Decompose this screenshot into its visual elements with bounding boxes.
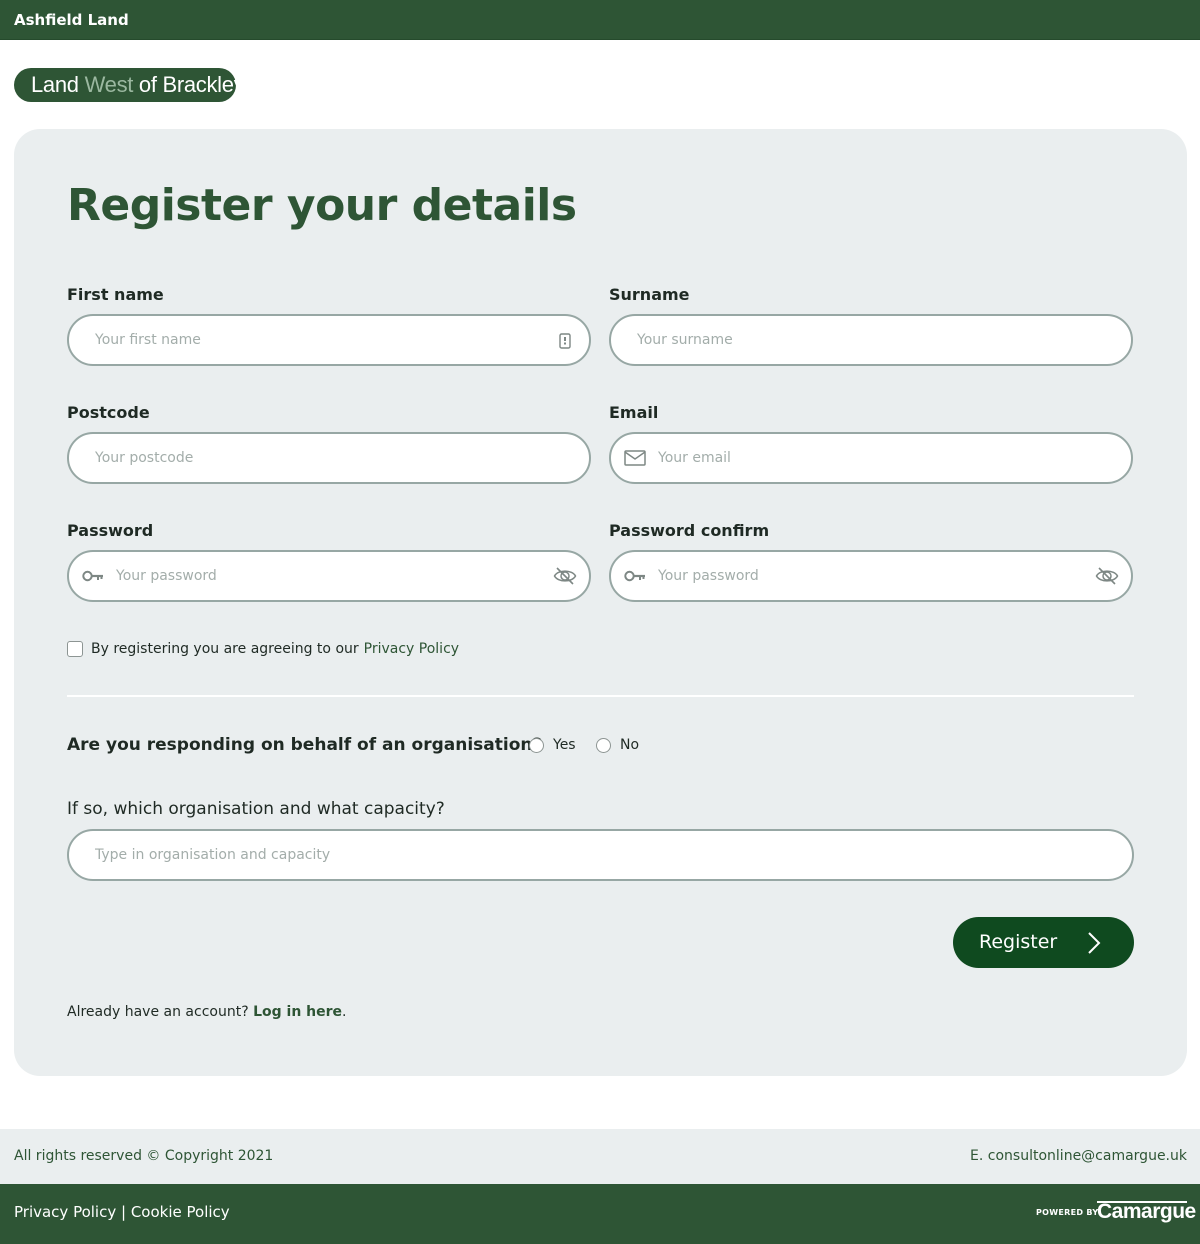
- footer-separator: |: [116, 1203, 131, 1221]
- site-brand: Ashfield Land: [14, 11, 129, 29]
- postcode-label: Postcode: [67, 403, 150, 422]
- privacy-text: By registering you are agreeing to our: [91, 641, 359, 657]
- footer-links-bar: Privacy Policy | Cookie Policy POWERED B…: [0, 1184, 1200, 1244]
- first-name-label: First name: [67, 285, 164, 304]
- radio-yes-label: Yes: [553, 737, 576, 753]
- logo-text-brackley: of Brackley: [133, 72, 245, 97]
- radio-option-no[interactable]: No: [596, 737, 639, 753]
- contact-card-icon[interactable]: [553, 332, 577, 352]
- register-button-label: Register: [979, 931, 1058, 953]
- postcode-input[interactable]: [95, 434, 535, 482]
- organisation-capacity-input[interactable]: [95, 831, 1095, 879]
- password-input[interactable]: [116, 552, 556, 600]
- login-prompt-text: Already have an account?: [67, 1004, 249, 1020]
- key-icon: [82, 570, 103, 582]
- email-input[interactable]: [658, 434, 1098, 482]
- privacy-checkbox[interactable]: [67, 641, 83, 657]
- password-label: Password: [67, 521, 154, 540]
- chevron-right-icon: [1088, 932, 1101, 954]
- password-confirm-field: [609, 550, 1133, 602]
- logo-text-west: West: [84, 72, 134, 97]
- login-link[interactable]: Log in here: [253, 1004, 342, 1020]
- powered-by-text: POWERED BY: [1036, 1208, 1099, 1217]
- password-confirm-input[interactable]: [658, 552, 1098, 600]
- footer-links: Privacy Policy | Cookie Policy: [14, 1203, 230, 1221]
- organisation-capacity-field: [67, 829, 1134, 881]
- eye-slash-icon[interactable]: [553, 566, 577, 586]
- first-name-field: [67, 314, 591, 366]
- footer-privacy-link[interactable]: Privacy Policy: [14, 1203, 116, 1221]
- radio-no[interactable]: [596, 737, 611, 753]
- project-logo[interactable]: Land West of Brackley: [14, 68, 245, 102]
- surname-label: Surname: [609, 285, 690, 304]
- camargue-logo[interactable]: Camargue: [1097, 1200, 1196, 1224]
- envelope-icon: [624, 450, 646, 466]
- surname-field: [609, 314, 1133, 366]
- key-icon: [624, 570, 645, 582]
- first-name-input[interactable]: [95, 316, 535, 364]
- privacy-policy-link[interactable]: Privacy Policy: [364, 641, 459, 657]
- page-title: Register your details: [67, 180, 577, 231]
- organisation-capacity-label: If so, which organisation and what capac…: [67, 799, 445, 819]
- privacy-agreement: By registering you are agreeing to our P…: [67, 640, 459, 658]
- register-button[interactable]: Register: [953, 917, 1134, 968]
- radio-yes[interactable]: [529, 737, 544, 753]
- login-suffix: .: [342, 1004, 347, 1020]
- footer-cookie-link[interactable]: Cookie Policy: [131, 1203, 230, 1221]
- password-confirm-label: Password confirm: [609, 521, 770, 540]
- postcode-field: [67, 432, 591, 484]
- login-prompt: Already have an account? Log in here.: [67, 1004, 346, 1020]
- email-label: Email: [609, 403, 659, 422]
- top-bar: Ashfield Land: [0, 0, 1200, 40]
- contact-email[interactable]: E. consultonline@camargue.uk: [970, 1148, 1187, 1164]
- radio-no-label: No: [620, 737, 640, 753]
- footer-info-bar: All rights reserved © Copyright 2021 E. …: [0, 1129, 1200, 1184]
- password-field: [67, 550, 591, 602]
- eye-slash-icon[interactable]: [1095, 566, 1119, 586]
- email-field: [609, 432, 1133, 484]
- form-divider: [67, 695, 1134, 697]
- organisation-question: Are you responding on behalf of an organ…: [67, 735, 543, 755]
- copyright-text: All rights reserved © Copyright 2021: [14, 1148, 274, 1164]
- logo-text-land: Land: [31, 72, 85, 97]
- surname-input[interactable]: [637, 316, 1077, 364]
- radio-option-yes[interactable]: Yes: [529, 737, 576, 753]
